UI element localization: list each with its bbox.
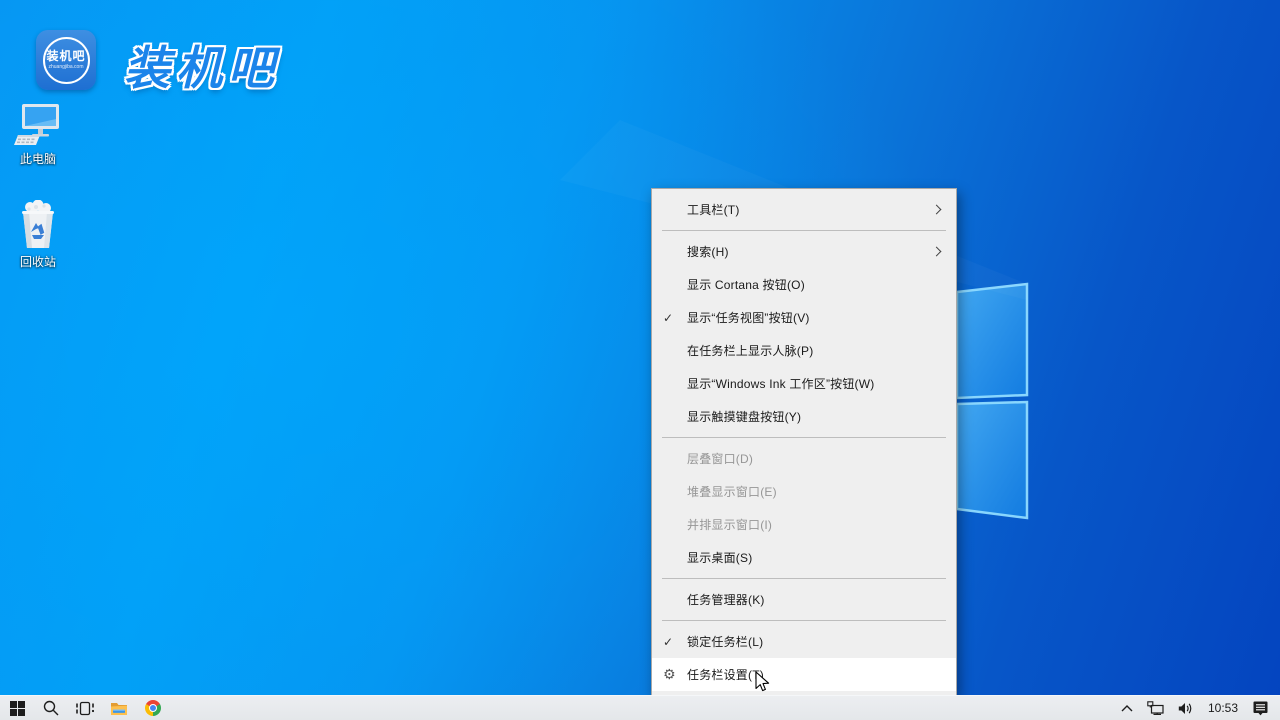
menu-item-show-cortana-button[interactable]: 显示 Cortana 按钮(O) <box>652 268 956 301</box>
menu-item-label: 锁定任务栏(L) <box>687 633 946 650</box>
gear-icon: ⚙ <box>663 666 687 683</box>
menu-item-label: 工具栏(T) <box>687 201 933 218</box>
taskbar-buttons <box>0 696 170 720</box>
chevron-up-icon <box>1121 705 1133 712</box>
menu-item-toolbars[interactable]: 工具栏(T) <box>652 193 956 226</box>
check-icon: ✓ <box>663 635 687 649</box>
menu-separator <box>662 620 946 621</box>
brand-badge: 装机吧 zhuangjiba.com <box>36 30 96 90</box>
tray-volume[interactable] <box>1171 696 1200 720</box>
menu-separator <box>662 578 946 579</box>
chrome-icon <box>145 700 161 716</box>
menu-item-label: 任务栏设置(T) <box>687 666 946 683</box>
action-center-icon <box>1253 701 1268 716</box>
menu-item-show-task-view-button[interactable]: ✓显示“任务视图”按钮(V) <box>652 301 956 334</box>
brand-badge-circle: 装机吧 zhuangjiba.com <box>43 37 90 84</box>
tray-clock[interactable]: 10:53 <box>1200 696 1246 720</box>
menu-item-label: 显示“Windows Ink 工作区”按钮(W) <box>687 375 946 392</box>
file-explorer-button[interactable] <box>102 696 136 720</box>
menu-item-cascade-windows: 层叠窗口(D) <box>652 442 956 475</box>
tray-show-hidden-icons[interactable] <box>1114 696 1140 720</box>
brand-title: 装机吧 <box>124 32 280 98</box>
menu-item-show-people-on-taskbar[interactable]: 在任务栏上显示人脉(P) <box>652 334 956 367</box>
desktop-icon-label: 此电脑 <box>0 150 76 167</box>
task-view-button[interactable] <box>68 696 102 720</box>
network-icon <box>1147 701 1164 715</box>
menu-item-lock-taskbar[interactable]: ✓锁定任务栏(L) <box>652 625 956 658</box>
menu-separator <box>662 230 946 231</box>
search-icon <box>43 700 59 716</box>
menu-item-taskbar-settings[interactable]: ⚙任务栏设置(T) <box>652 658 956 691</box>
menu-item-label: 显示桌面(S) <box>687 549 946 566</box>
volume-icon <box>1178 702 1193 715</box>
check-icon: ✓ <box>663 311 687 325</box>
menu-item-label: 层叠窗口(D) <box>687 450 946 467</box>
submenu-arrow-icon <box>932 247 942 257</box>
menu-item-label: 并排显示窗口(I) <box>687 516 946 533</box>
menu-item-show-touch-keyboard-button[interactable]: 显示触摸键盘按钮(Y) <box>652 400 956 433</box>
system-tray: 10:53 <box>1114 696 1280 720</box>
menu-item-label: 任务管理器(K) <box>687 591 946 608</box>
start-button[interactable] <box>0 696 34 720</box>
brand-badge-domain: zhuangjiba.com <box>48 64 83 70</box>
menu-item-label: 显示“任务视图”按钮(V) <box>687 309 946 326</box>
desktop-icon-this-pc[interactable]: 此电脑 <box>0 103 76 167</box>
wallpaper-window-logo <box>0 0 1280 720</box>
search-button[interactable] <box>34 696 68 720</box>
this-pc-icon <box>14 103 62 147</box>
menu-item-label: 显示触摸键盘按钮(Y) <box>687 408 946 425</box>
windows-start-icon <box>10 701 25 716</box>
desktop-icon-label: 回收站 <box>0 253 76 270</box>
menu-item-label: 在任务栏上显示人脉(P) <box>687 342 946 359</box>
tray-network[interactable] <box>1140 696 1171 720</box>
menu-item-show-windows-ink-workspace-button[interactable]: 显示“Windows Ink 工作区”按钮(W) <box>652 367 956 400</box>
tray-action-center[interactable] <box>1246 696 1280 720</box>
menu-item-label: 显示 Cortana 按钮(O) <box>687 276 946 293</box>
taskbar-context-menu: 工具栏(T)搜索(H)显示 Cortana 按钮(O)✓显示“任务视图”按钮(V… <box>651 188 957 696</box>
desktop-icon-recycle-bin[interactable]: 回收站 <box>0 200 76 270</box>
brand-logo: 装机吧 zhuangjiba.com 装机吧 <box>36 30 280 98</box>
submenu-arrow-icon <box>932 205 942 215</box>
menu-item-show-desktop[interactable]: 显示桌面(S) <box>652 541 956 574</box>
menu-item-task-manager[interactable]: 任务管理器(K) <box>652 583 956 616</box>
menu-item-label: 搜索(H) <box>687 243 933 260</box>
menu-item-label: 堆叠显示窗口(E) <box>687 483 946 500</box>
chrome-button[interactable] <box>136 696 170 720</box>
menu-separator <box>662 437 946 438</box>
task-view-icon <box>76 701 94 716</box>
taskbar: 10:53 <box>0 695 1280 720</box>
brand-badge-text: 装机吧 <box>46 50 85 63</box>
menu-item-show-windows-side-by-side: 并排显示窗口(I) <box>652 508 956 541</box>
recycle-bin-icon <box>15 200 61 250</box>
menu-item-show-windows-stacked: 堆叠显示窗口(E) <box>652 475 956 508</box>
menu-item-search[interactable]: 搜索(H) <box>652 235 956 268</box>
file-explorer-icon <box>110 701 128 716</box>
